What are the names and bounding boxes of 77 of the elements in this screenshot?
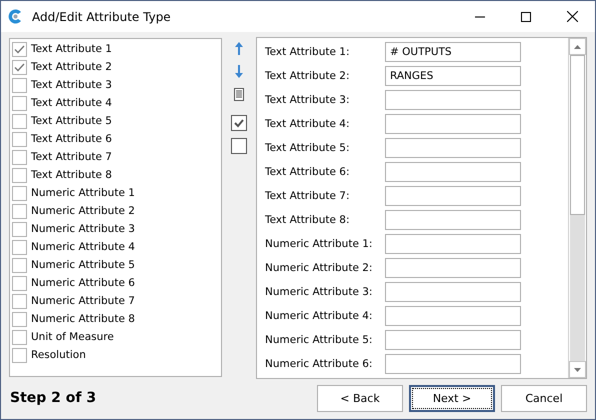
text-field[interactable] [385, 282, 521, 302]
attribute-label: Text Attribute 4 [31, 97, 112, 109]
scroll-down-icon[interactable] [574, 368, 581, 372]
attribute-label: Text Attribute 5 [31, 115, 112, 127]
attribute-label: Text Attribute 7 [31, 151, 112, 163]
text-field[interactable] [385, 330, 521, 350]
attribute-label: Text Attribute 3 [31, 79, 112, 91]
checkbox[interactable] [12, 114, 27, 128]
text-field[interactable]: # OUTPUTS [385, 42, 521, 62]
scrollbar[interactable] [568, 38, 586, 378]
checkbox[interactable] [12, 222, 27, 236]
wizard-button[interactable]: Cancel [501, 384, 587, 412]
close-icon[interactable] [566, 11, 578, 22]
text-field[interactable] [385, 162, 521, 182]
checkbox[interactable] [12, 42, 27, 56]
field-label: Text Attribute 2: [265, 70, 350, 82]
checkbox[interactable] [12, 150, 27, 164]
attribute-label: Numeric Attribute 3 [31, 223, 135, 235]
field-label: Text Attribute 1: [265, 46, 350, 58]
checkbox[interactable] [12, 132, 27, 146]
text-field[interactable] [385, 114, 521, 134]
window-title: Add/Edit Attribute Type [32, 10, 172, 24]
field-label: Numeric Attribute 3: [265, 286, 374, 298]
step-indicator: Step 2 of 3 [10, 390, 98, 406]
attribute-label: Numeric Attribute 1 [31, 187, 135, 199]
text-field[interactable] [385, 306, 521, 326]
field-label: Numeric Attribute 2: [265, 262, 374, 274]
attribute-label: Numeric Attribute 7 [31, 295, 135, 307]
field-label: Numeric Attribute 5: [265, 334, 374, 346]
scroll-thumb[interactable] [570, 55, 585, 215]
attribute-label: Text Attribute 2 [31, 61, 112, 73]
field-label: Text Attribute 6: [265, 166, 350, 178]
attribute-label: Text Attribute 8 [31, 169, 112, 181]
text-field[interactable] [385, 258, 521, 278]
scroll-up-icon[interactable] [574, 44, 581, 48]
text-field[interactable] [385, 234, 521, 254]
checkbox[interactable] [12, 312, 27, 326]
attribute-label: Numeric Attribute 4 [31, 241, 135, 253]
attribute-label: Numeric Attribute 2 [31, 205, 135, 217]
checkbox[interactable] [12, 240, 27, 254]
attribute-label: Unit of Measure [31, 331, 114, 343]
checkbox[interactable] [12, 168, 27, 182]
checkbox[interactable] [12, 330, 27, 344]
check-all-icon[interactable] [230, 114, 248, 133]
checkbox[interactable] [12, 348, 27, 362]
attribute-label: Numeric Attribute 6 [31, 277, 135, 289]
uncheck-all-icon[interactable] [230, 137, 248, 156]
field-label: Text Attribute 4: [265, 118, 350, 130]
field-label: Text Attribute 8: [265, 214, 350, 226]
text-field[interactable] [385, 90, 521, 110]
text-field[interactable] [385, 354, 521, 374]
text-field[interactable] [385, 210, 521, 230]
text-field[interactable] [385, 186, 521, 206]
text-field[interactable]: RANGES [385, 66, 521, 86]
attribute-label: Text Attribute 1 [31, 43, 112, 55]
field-label: Text Attribute 5: [265, 142, 350, 154]
attribute-label: Numeric Attribute 8 [31, 313, 135, 325]
checkbox[interactable] [12, 186, 27, 200]
attribute-label: Numeric Attribute 5 [31, 259, 135, 271]
checkbox[interactable] [12, 60, 27, 74]
maximize-icon[interactable] [521, 12, 531, 22]
checkbox[interactable] [12, 96, 27, 110]
field-label: Text Attribute 7: [265, 190, 350, 202]
field-label: Numeric Attribute 1: [265, 238, 374, 250]
attribute-label: Text Attribute 6 [31, 133, 112, 145]
text-field[interactable] [385, 138, 521, 158]
checkbox[interactable] [12, 258, 27, 272]
field-label: Numeric Attribute 4: [265, 310, 374, 322]
attribute-label: Resolution [31, 349, 86, 361]
checkbox[interactable] [12, 276, 27, 290]
checkbox[interactable] [12, 204, 27, 218]
wizard-button[interactable]: Next > [409, 384, 495, 412]
wizard-button[interactable]: < Back [317, 384, 403, 412]
field-label: Text Attribute 3: [265, 94, 350, 106]
checkbox[interactable] [12, 78, 27, 92]
checkbox[interactable] [12, 294, 27, 308]
field-label: Numeric Attribute 6: [265, 358, 374, 370]
